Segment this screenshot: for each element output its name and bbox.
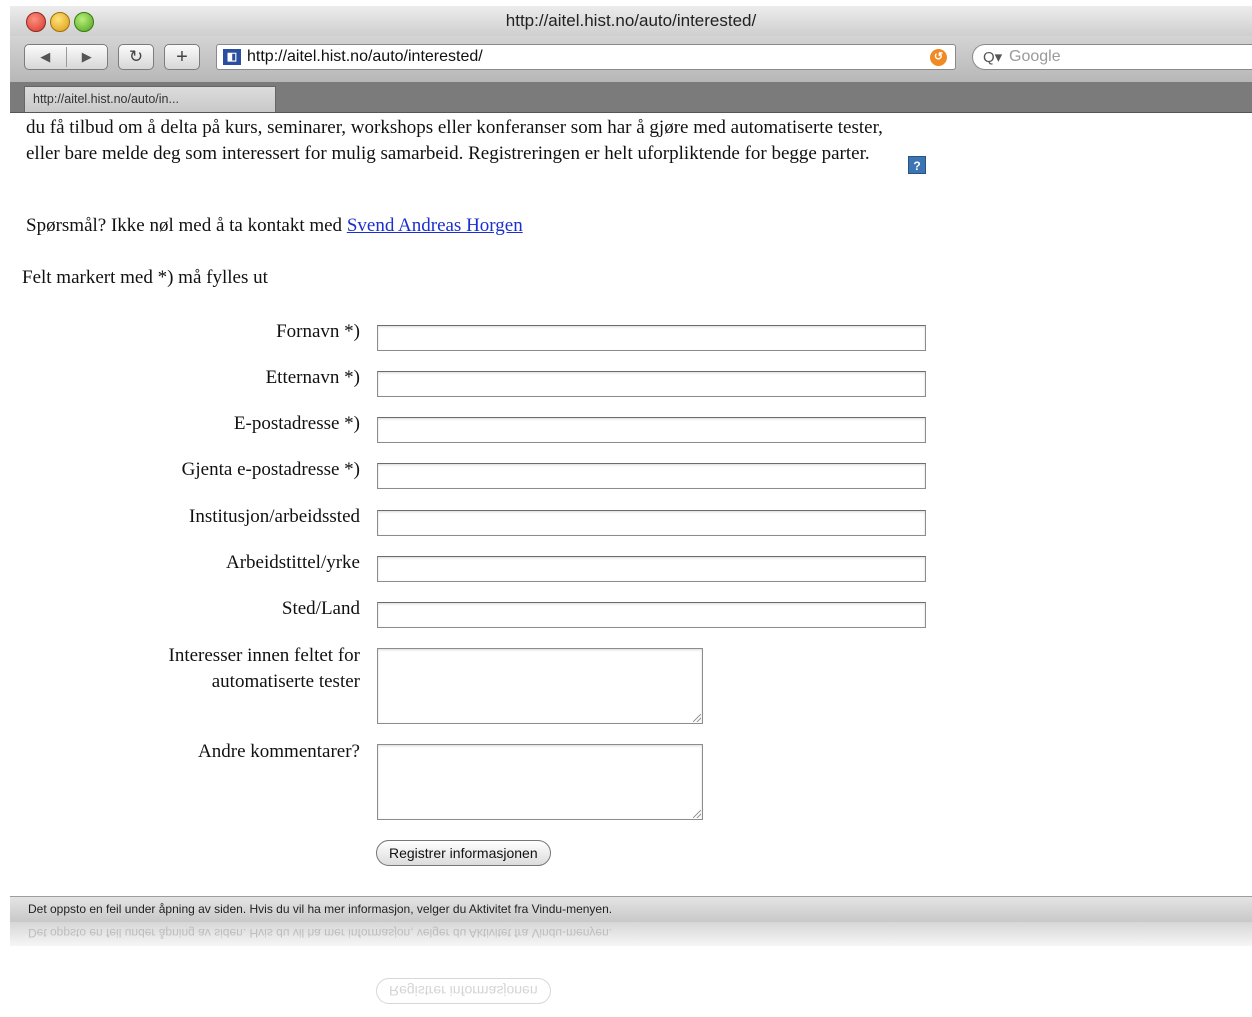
forward-icon[interactable]: ▶ [67, 49, 108, 65]
lastname-label: Etternavn *) [265, 367, 360, 388]
status-message: Det oppsto en feil under åpning av siden… [28, 902, 613, 916]
email-repeat-label: Gjenta e-postadresse *) [181, 459, 360, 480]
email-label: E-postadresse *) [233, 413, 360, 434]
browser-toolbar: ◀ ▶ ↻ + ◧ http://aitel.hist.no/auto/inte… [10, 36, 1252, 83]
window-title: http://aitel.hist.no/auto/interested/ [505, 11, 757, 30]
jobtitle-label: Arbeidstittel/yrke [225, 552, 360, 573]
tab-aitel[interactable]: http://aitel.hist.no/auto/in... [24, 86, 276, 112]
interests-label-line1: Interesser innen feltet for [168, 645, 361, 666]
snapback-icon[interactable]: ↺ [930, 49, 947, 66]
reflection-status-text: Det oppsto en feil under åpning av siden… [28, 926, 613, 940]
institution-input[interactable] [377, 510, 926, 536]
jobtitle-input[interactable] [377, 556, 926, 582]
email-input[interactable] [377, 417, 926, 443]
status-bar: Det oppsto en feil under åpning av siden… [10, 896, 1252, 923]
contact-link[interactable]: Svend Andreas Horgen [347, 215, 523, 236]
search-field[interactable]: Q▾ Google [972, 44, 1252, 70]
intro-paragraph: du få tilbud om å delta på kurs, seminar… [26, 117, 883, 164]
interests-textarea[interactable] [377, 648, 703, 724]
window-titlebar: http://aitel.hist.no/auto/interested/ [10, 6, 1252, 37]
reload-button[interactable]: ↻ [118, 44, 154, 70]
comments-label: Andre kommentarer? [198, 741, 360, 762]
place-input[interactable] [377, 602, 926, 628]
back-forward-buttons: ◀ ▶ [24, 44, 108, 70]
submit-button[interactable]: Registrer informasjonen [376, 840, 551, 866]
contact-line: Spørsmål? Ikke nøl med å ta kontakt med … [26, 215, 523, 237]
url-text[interactable]: http://aitel.hist.no/auto/interested/ [247, 48, 483, 66]
add-bookmark-button[interactable]: + [164, 44, 200, 70]
help-icon[interactable]: ? [908, 156, 926, 174]
back-icon[interactable]: ◀ [25, 49, 66, 65]
tab-bar: http://aitel.hist.no/auto/in... [10, 82, 1252, 113]
reflection-submit-button: Registrer informasjonen [376, 978, 551, 1004]
email-repeat-input[interactable] [377, 463, 926, 489]
firstname-label: Fornavn *) [276, 321, 360, 342]
search-icon[interactable]: Q▾ [983, 48, 1002, 66]
page-content: du få tilbud om å delta på kurs, seminar… [10, 113, 1252, 895]
comments-textarea[interactable] [377, 744, 703, 820]
window-reflection: Det oppsto en feil under åpning av siden… [10, 922, 1252, 1017]
search-placeholder: Google [1009, 48, 1061, 65]
reload-icon: ↻ [128, 47, 144, 66]
address-bar[interactable]: ◧ http://aitel.hist.no/auto/interested/ … [216, 44, 956, 70]
lastname-input[interactable] [377, 371, 926, 397]
firstname-input[interactable] [377, 325, 926, 351]
interests-label-line2: automatiserte tester [211, 671, 360, 692]
reflection-bar: Det oppsto en feil under åpning av siden… [10, 922, 1252, 946]
tab-label: http://aitel.hist.no/auto/in... [33, 92, 179, 106]
contact-text: Spørsmål? Ikke nøl med å ta kontakt med [26, 215, 343, 236]
site-favicon-icon: ◧ [223, 49, 241, 65]
place-label: Sted/Land [281, 598, 360, 619]
institution-label: Institusjon/arbeidssted [189, 506, 360, 527]
required-fields-note: Felt markert med *) må fylles ut [22, 267, 268, 288]
plus-icon: + [176, 45, 188, 68]
